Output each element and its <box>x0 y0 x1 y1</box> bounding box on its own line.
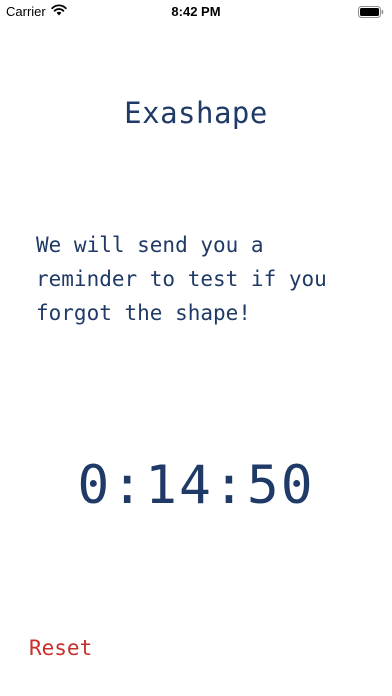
status-time: 8:42 PM <box>171 4 221 19</box>
battery-icon <box>358 6 384 21</box>
status-bar: Carrier 8:42 PM <box>0 0 392 24</box>
countdown-timer: 0:14:50 <box>77 455 315 516</box>
reset-button[interactable]: Reset <box>29 636 92 660</box>
app-title: Exashape <box>124 96 268 130</box>
reminder-message: We will send you a reminder to test if y… <box>36 233 327 325</box>
